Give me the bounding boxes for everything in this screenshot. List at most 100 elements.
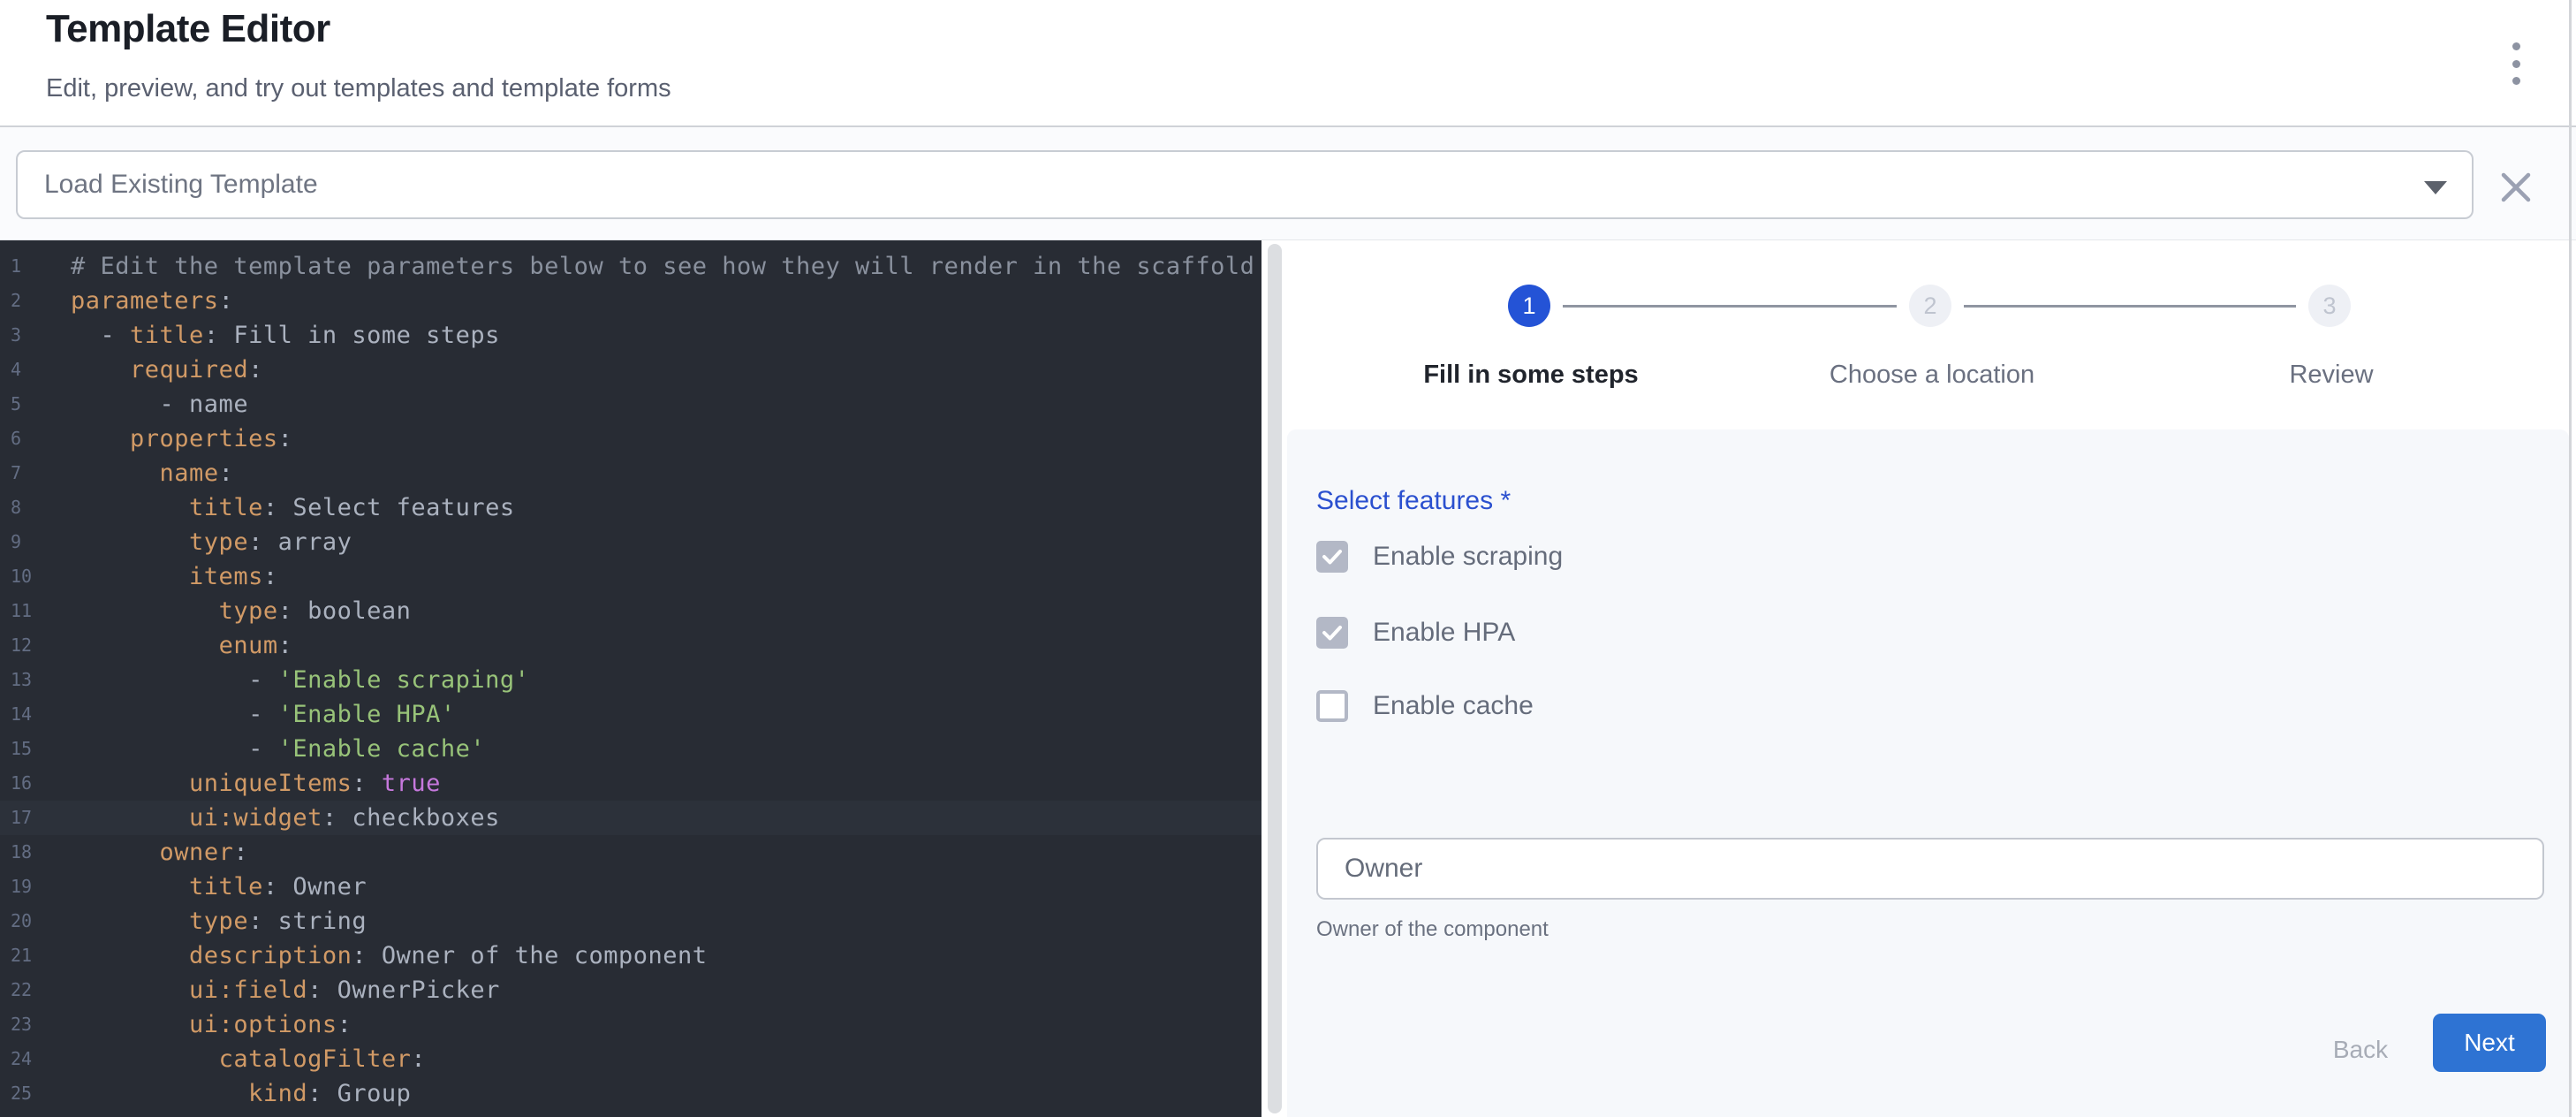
load-template-select[interactable]: Load Existing Template xyxy=(16,150,2474,219)
code-text: kind: Group xyxy=(71,1076,411,1111)
close-icon[interactable] xyxy=(2500,171,2532,203)
editor-line: 4 required: xyxy=(0,353,1261,387)
page-subtitle: Edit, preview, and try out templates and… xyxy=(46,74,671,103)
code-text: - title: Fill in some steps xyxy=(71,318,500,353)
code-text: - 'Enable scraping' xyxy=(71,663,529,697)
code-text: items: xyxy=(71,559,278,594)
code-text: - 'Enable cache' xyxy=(71,732,485,766)
code-lines: 1# Edit the template parameters below to… xyxy=(0,249,1261,1111)
editor-line: 12 enum: xyxy=(0,628,1261,663)
step-2-label: Choose a location xyxy=(1746,361,2118,390)
line-number: 3 xyxy=(0,318,71,353)
content-area: 1# Edit the template parameters below to… xyxy=(0,240,2576,1117)
code-text: title: Select features xyxy=(71,490,515,525)
code-text: owner: xyxy=(71,835,248,870)
editor-line: 17 ui:widget: checkboxes xyxy=(0,801,1261,835)
line-number: 7 xyxy=(0,456,71,490)
editor-line: 7 name: xyxy=(0,456,1261,490)
load-template-placeholder: Load Existing Template xyxy=(44,170,318,200)
line-number: 21 xyxy=(0,938,71,973)
editor-line: 2parameters: xyxy=(0,284,1261,318)
checkbox-enable-hpa[interactable]: Enable HPA xyxy=(1316,615,1515,650)
line-number: 14 xyxy=(0,697,71,732)
line-number: 4 xyxy=(0,353,71,387)
code-text: uniqueItems: true xyxy=(71,766,441,801)
step-connector xyxy=(1563,305,1897,308)
line-number: 17 xyxy=(0,801,71,835)
step-3-label: Review xyxy=(2146,361,2517,390)
dropdown-arrow-icon xyxy=(2424,181,2447,194)
code-text: name: xyxy=(71,456,233,490)
editor-line: 10 items: xyxy=(0,559,1261,594)
code-text: ui:options: xyxy=(71,1007,352,1042)
code-text: type: boolean xyxy=(71,594,411,628)
line-number: 6 xyxy=(0,422,71,456)
line-number: 25 xyxy=(0,1076,71,1111)
owner-field[interactable]: Owner xyxy=(1316,838,2544,900)
form-card: Select features * Enable scraping Enable… xyxy=(1287,429,2569,1117)
checkbox-unchecked-icon xyxy=(1316,690,1348,722)
editor-line: 6 properties: xyxy=(0,422,1261,456)
line-number: 22 xyxy=(0,973,71,1007)
template-preview-panel: 1 Fill in some steps 2 Choose a location… xyxy=(1282,240,2569,1117)
editor-line: 9 type: array xyxy=(0,525,1261,559)
editor-line: 16 uniqueItems: true xyxy=(0,766,1261,801)
code-text: ui:widget: checkboxes xyxy=(71,801,500,835)
checkbox-label: Enable cache xyxy=(1373,691,1534,721)
line-number: 23 xyxy=(0,1007,71,1042)
editor-line: 22 ui:field: OwnerPicker xyxy=(0,973,1261,1007)
line-number: 13 xyxy=(0,663,71,697)
editor-line: 1# Edit the template parameters below to… xyxy=(0,249,1261,284)
code-text: - 'Enable HPA' xyxy=(71,697,456,732)
code-text: catalogFilter: xyxy=(71,1042,426,1076)
back-button[interactable]: Back xyxy=(2312,1023,2409,1076)
code-text: description: Owner of the component xyxy=(71,938,708,973)
code-text: parameters: xyxy=(71,284,233,318)
editor-line: 20 type: string xyxy=(0,904,1261,938)
editor-line: 5 - name xyxy=(0,387,1261,422)
line-number: 10 xyxy=(0,559,71,594)
editor-line: 19 title: Owner xyxy=(0,870,1261,904)
line-number: 12 xyxy=(0,628,71,663)
owner-field-placeholder: Owner xyxy=(1345,854,1422,884)
checkbox-checked-icon xyxy=(1316,617,1348,649)
code-text: required: xyxy=(71,353,263,387)
step-3-circle: 3 xyxy=(2308,285,2351,327)
panel-splitter-handle[interactable] xyxy=(1268,244,1282,1113)
step-connector xyxy=(1964,305,2296,308)
checkbox-enable-scraping[interactable]: Enable scraping xyxy=(1316,539,1563,574)
checkbox-label: Enable HPA xyxy=(1373,618,1515,648)
checkbox-enable-cache[interactable]: Enable cache xyxy=(1316,688,1534,724)
code-text: type: array xyxy=(71,525,352,559)
line-number: 8 xyxy=(0,490,71,525)
code-text: enum: xyxy=(71,628,292,663)
code-text: # Edit the template parameters below to … xyxy=(71,249,1254,284)
editor-line: 18 owner: xyxy=(0,835,1261,870)
owner-helper-text: Owner of the component xyxy=(1316,917,1549,942)
next-button[interactable]: Next xyxy=(2433,1014,2546,1072)
line-number: 16 xyxy=(0,766,71,801)
editor-line: 13 - 'Enable scraping' xyxy=(0,663,1261,697)
editor-line: 14 - 'Enable HPA' xyxy=(0,697,1261,732)
editor-line: 11 type: boolean xyxy=(0,594,1261,628)
checkbox-label: Enable scraping xyxy=(1373,542,1563,572)
step-2-circle: 2 xyxy=(1909,285,1951,327)
code-text: ui:field: OwnerPicker xyxy=(71,973,500,1007)
yaml-code-editor[interactable]: 1# Edit the template parameters below to… xyxy=(0,240,1261,1117)
template-load-toolbar: Load Existing Template xyxy=(0,125,2576,240)
editor-line: 3 - title: Fill in some steps xyxy=(0,318,1261,353)
editor-line: 24 catalogFilter: xyxy=(0,1042,1261,1076)
editor-line: 23 ui:options: xyxy=(0,1007,1261,1042)
select-features-label: Select features * xyxy=(1316,486,1511,516)
editor-line: 21 description: Owner of the component xyxy=(0,938,1261,973)
line-number: 9 xyxy=(0,525,71,559)
code-text: - name xyxy=(71,387,248,422)
line-number: 1 xyxy=(0,249,71,284)
kebab-menu-icon[interactable] xyxy=(2503,42,2529,85)
line-number: 18 xyxy=(0,835,71,870)
editor-line: 15 - 'Enable cache' xyxy=(0,732,1261,766)
checkbox-checked-icon xyxy=(1316,541,1348,573)
line-number: 19 xyxy=(0,870,71,904)
step-1-circle: 1 xyxy=(1508,285,1550,327)
step-1-label: Fill in some steps xyxy=(1345,361,1716,390)
